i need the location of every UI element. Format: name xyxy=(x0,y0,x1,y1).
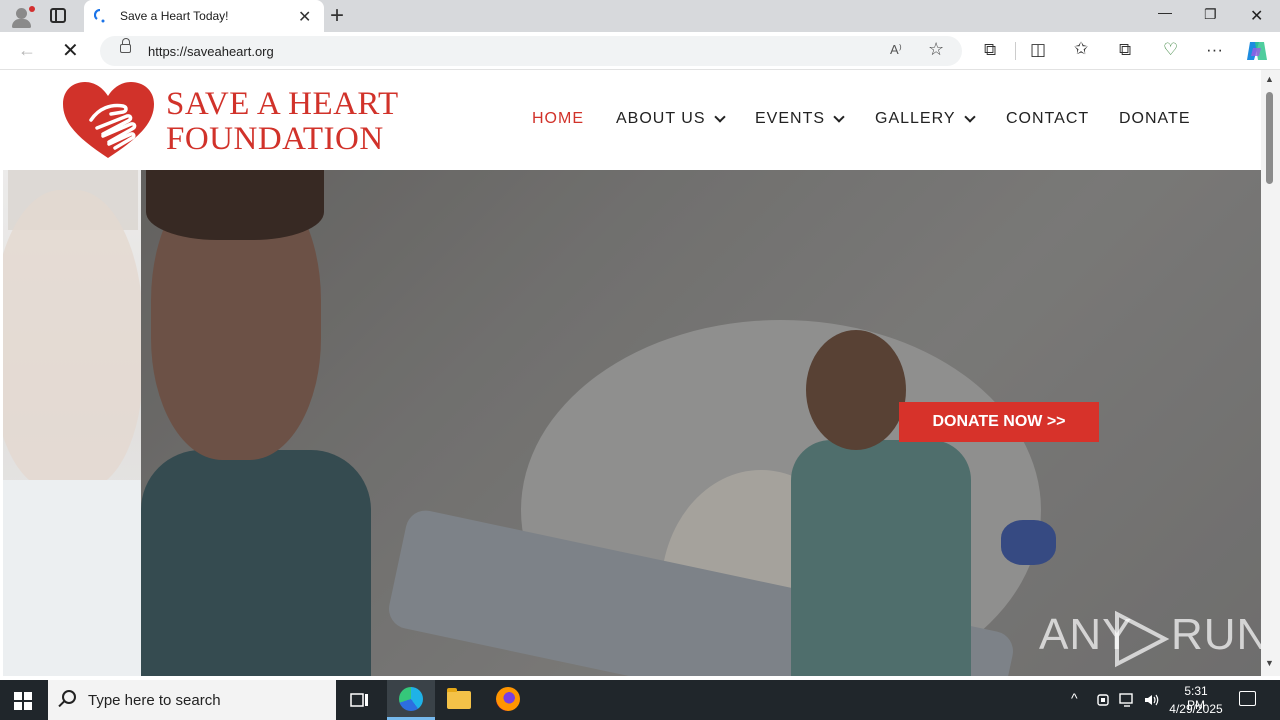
tab-actions-icon[interactable] xyxy=(50,8,66,23)
hero-side-image xyxy=(3,170,143,676)
chevron-down-icon xyxy=(713,110,726,123)
firefox-icon xyxy=(496,687,520,711)
heart-hand-logo-icon[interactable] xyxy=(61,80,156,160)
profile-icon[interactable] xyxy=(8,4,36,28)
read-aloud-icon[interactable]: A⁾ xyxy=(890,42,902,58)
address-bar[interactable]: https://saveaheart.org A⁾ ☆ xyxy=(100,36,962,66)
window-close-button[interactable]: ✕ xyxy=(1250,6,1263,26)
lock-icon[interactable] xyxy=(120,38,131,53)
back-button[interactable]: ← xyxy=(18,40,36,61)
nav-about-us-label: ABOUT US xyxy=(616,110,706,127)
tray-device-icon[interactable] xyxy=(1096,692,1110,708)
new-tab-button[interactable]: + xyxy=(330,2,344,30)
scrollbar-thumb[interactable] xyxy=(1266,92,1273,184)
chevron-down-icon xyxy=(833,110,845,123)
window-minimize-button[interactable]: — xyxy=(1158,4,1172,20)
extensions-icon[interactable]: ⧉ xyxy=(984,40,996,60)
nav-donate[interactable]: DONATE xyxy=(1119,110,1190,128)
browser-tab-strip: Save a Heart Today! ✕ + — ❐ ✕ xyxy=(0,0,1280,32)
nav-contact-label: CONTACT xyxy=(1006,110,1090,127)
split-screen-icon[interactable]: ◫ xyxy=(1030,40,1046,60)
nav-events[interactable]: EVENTS xyxy=(755,110,845,128)
windows-start-icon[interactable] xyxy=(14,692,32,710)
watermark-play-icon xyxy=(1115,610,1170,668)
url-text[interactable]: https://saveaheart.org xyxy=(148,44,274,59)
nav-donate-label: DONATE xyxy=(1119,110,1191,127)
tab-title: Save a Heart Today! xyxy=(120,9,229,23)
logo-text-line1[interactable]: SAVE A HEART xyxy=(166,86,399,123)
more-icon[interactable]: ··· xyxy=(1206,40,1223,60)
nav-home[interactable]: HOME xyxy=(532,110,584,128)
add-favorite-icon[interactable]: ☆ xyxy=(928,39,944,60)
performance-icon[interactable]: ♡ xyxy=(1163,40,1178,60)
logo-text-line2[interactable]: FOUNDATION xyxy=(166,121,384,158)
browser-tab-active[interactable]: Save a Heart Today! ✕ xyxy=(84,0,324,32)
nav-gallery[interactable]: GALLERY xyxy=(875,110,976,128)
nav-events-label: EVENTS xyxy=(755,110,826,127)
address-toolbar: ← ✕ https://saveaheart.org A⁾ ☆ ⧉ ◫ ✩ ⧉ … xyxy=(0,32,1280,70)
clock-date[interactable]: 4/29/2025 xyxy=(1166,702,1226,716)
task-view-icon[interactable] xyxy=(350,691,370,709)
chevron-down-icon xyxy=(963,110,976,123)
taskbar-firefox[interactable] xyxy=(484,680,532,720)
stop-loading-button[interactable]: ✕ xyxy=(62,38,79,63)
web-page: SAVE A HEART FOUNDATION HOME ABOUT US EV… xyxy=(3,70,1261,676)
side-image-coat xyxy=(3,480,141,676)
nav-home-label: HOME xyxy=(532,110,584,127)
notification-center-icon[interactable] xyxy=(1239,691,1256,706)
network-icon[interactable] xyxy=(1119,692,1135,708)
taskbar-search-placeholder[interactable]: Type here to search xyxy=(88,692,221,709)
scroll-down-arrow-icon[interactable]: ▼ xyxy=(1265,658,1274,668)
loading-favicon-icon xyxy=(94,9,105,23)
taskbar-search-box[interactable]: Type here to search xyxy=(48,680,336,720)
nav-gallery-label: GALLERY xyxy=(875,110,956,127)
watermark-text-right: RUN xyxy=(1171,610,1261,659)
volume-icon[interactable] xyxy=(1143,692,1159,708)
side-image-face xyxy=(3,190,143,490)
windows-taskbar: Type here to search ^ 5:31 PM 4/29/2025 xyxy=(0,680,1280,720)
toolbar-divider xyxy=(1015,42,1016,60)
donate-now-button[interactable]: DONATE NOW >> xyxy=(899,402,1099,442)
nav-about-us[interactable]: ABOUT US xyxy=(616,110,726,128)
favorites-icon[interactable]: ✩ xyxy=(1074,39,1088,59)
search-icon xyxy=(62,690,76,704)
collections-icon[interactable]: ⧉ xyxy=(1119,40,1131,60)
scroll-up-arrow-icon[interactable]: ▲ xyxy=(1265,74,1274,84)
copilot-icon[interactable] xyxy=(1245,40,1269,62)
taskbar-edge[interactable] xyxy=(387,680,435,720)
edge-icon xyxy=(399,687,423,711)
site-header: SAVE A HEART FOUNDATION HOME ABOUT US EV… xyxy=(3,70,1261,170)
page-scrollbar[interactable]: ▲ ▼ xyxy=(1261,70,1280,676)
folder-icon xyxy=(447,688,471,709)
taskbar-file-explorer[interactable] xyxy=(435,680,483,720)
tray-chevron-up-icon[interactable]: ^ xyxy=(1071,690,1078,706)
window-restore-button[interactable]: ❐ xyxy=(1204,6,1217,23)
hero-banner: DONATE NOW >> ANY RUN xyxy=(3,170,1261,676)
nav-contact[interactable]: CONTACT xyxy=(1006,110,1089,128)
tab-close-button[interactable]: ✕ xyxy=(298,7,311,27)
